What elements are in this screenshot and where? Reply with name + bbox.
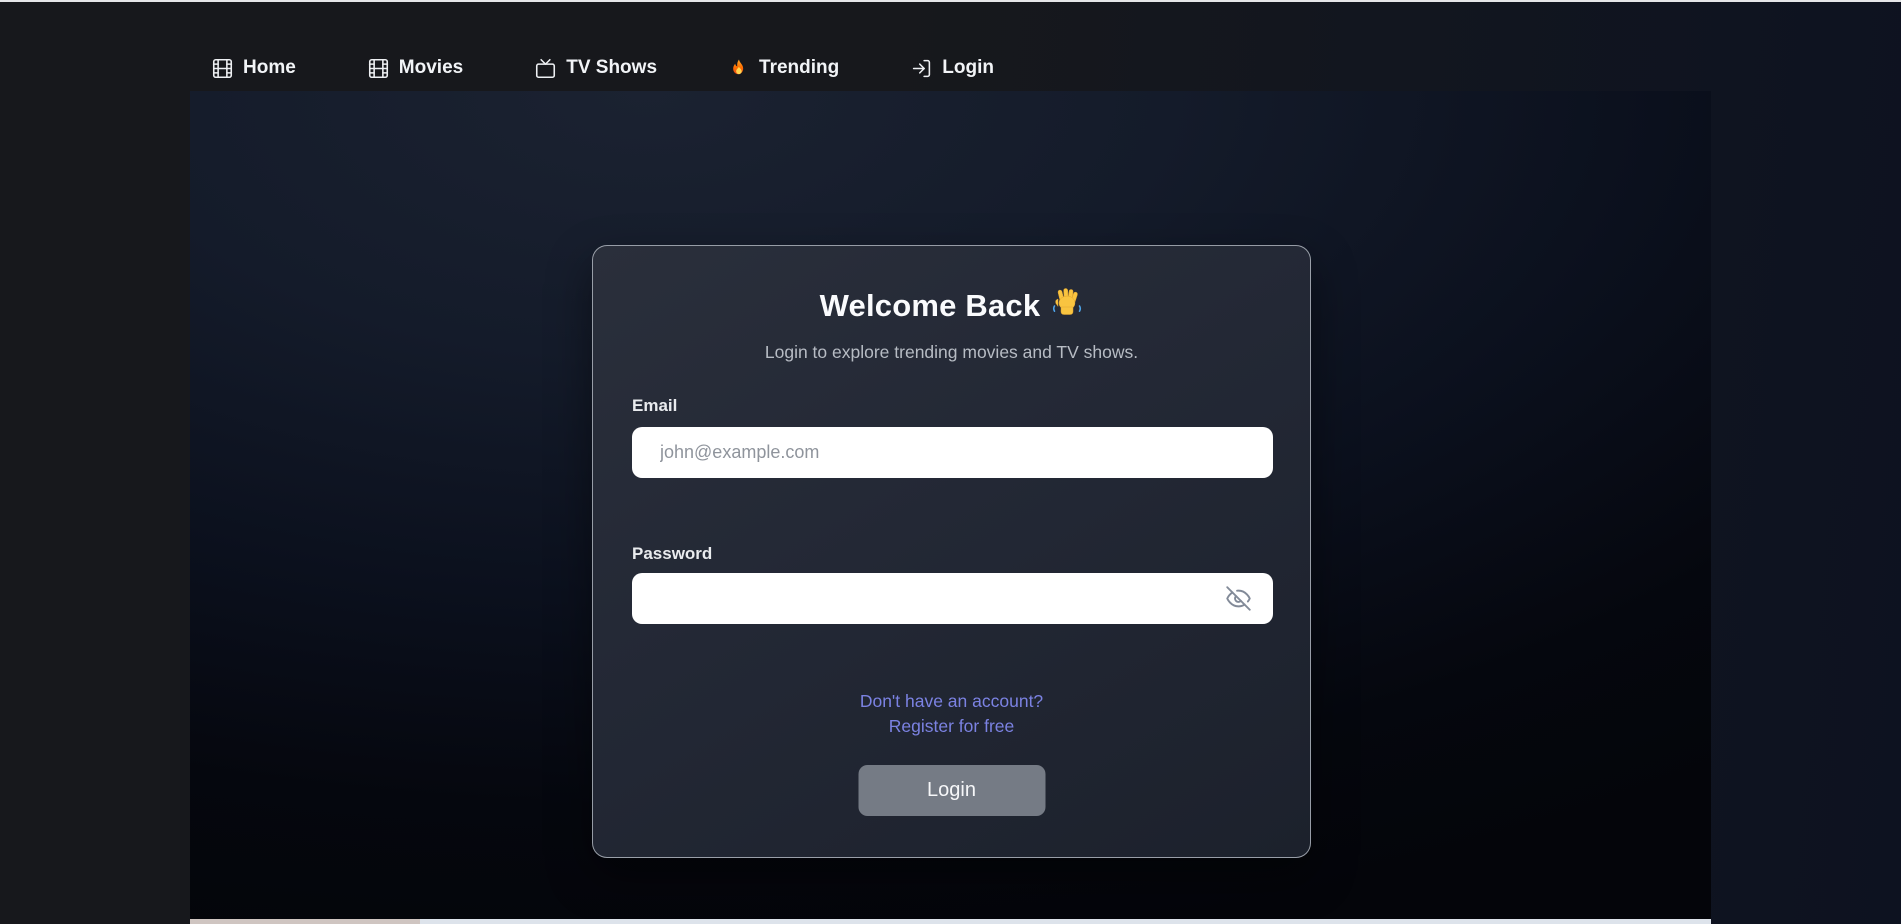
login-icon xyxy=(911,58,932,79)
hero-background: Welcome Back xyxy=(190,91,1711,924)
register-link[interactable]: Register for free xyxy=(889,716,1014,736)
nav-label-movies: Movies xyxy=(399,57,463,79)
film-icon xyxy=(368,58,389,79)
nav-item-login[interactable]: Login xyxy=(911,57,994,79)
card-title: Welcome Back xyxy=(593,286,1310,326)
fire-icon xyxy=(729,58,749,79)
password-label: Password xyxy=(632,544,712,564)
window-top-edge xyxy=(0,0,1901,2)
nav-label-trending: Trending xyxy=(759,57,839,79)
main-nav: Home Movies TV Shows xyxy=(212,55,994,81)
email-label: Email xyxy=(632,396,677,416)
nav-item-trending[interactable]: Trending xyxy=(729,57,839,79)
register-links: Don't have an account? Register for free xyxy=(593,689,1310,739)
account-question: Don't have an account? xyxy=(593,689,1310,714)
password-field[interactable] xyxy=(632,573,1273,624)
nav-item-tv-shows[interactable]: TV Shows xyxy=(535,57,657,79)
tv-icon xyxy=(535,58,556,79)
card-subtitle: Login to explore trending movies and TV … xyxy=(593,342,1310,363)
login-card: Welcome Back xyxy=(592,245,1311,858)
login-button[interactable]: Login xyxy=(858,765,1045,816)
card-title-text: Welcome Back xyxy=(820,288,1041,324)
nav-item-home[interactable]: Home xyxy=(212,57,296,79)
nav-label-login: Login xyxy=(942,57,994,79)
nav-label-tv-shows: TV Shows xyxy=(566,57,657,79)
email-field[interactable] xyxy=(632,427,1273,478)
waving-hand-icon xyxy=(1051,286,1083,326)
nav-label-home: Home xyxy=(243,57,296,79)
film-icon xyxy=(212,58,233,79)
horizontal-scrollbar[interactable] xyxy=(190,919,1711,924)
horizontal-scrollbar-thumb[interactable] xyxy=(190,919,420,924)
password-visibility-toggle[interactable] xyxy=(1221,586,1255,614)
eye-off-icon xyxy=(1225,585,1252,615)
nav-item-movies[interactable]: Movies xyxy=(368,57,463,79)
